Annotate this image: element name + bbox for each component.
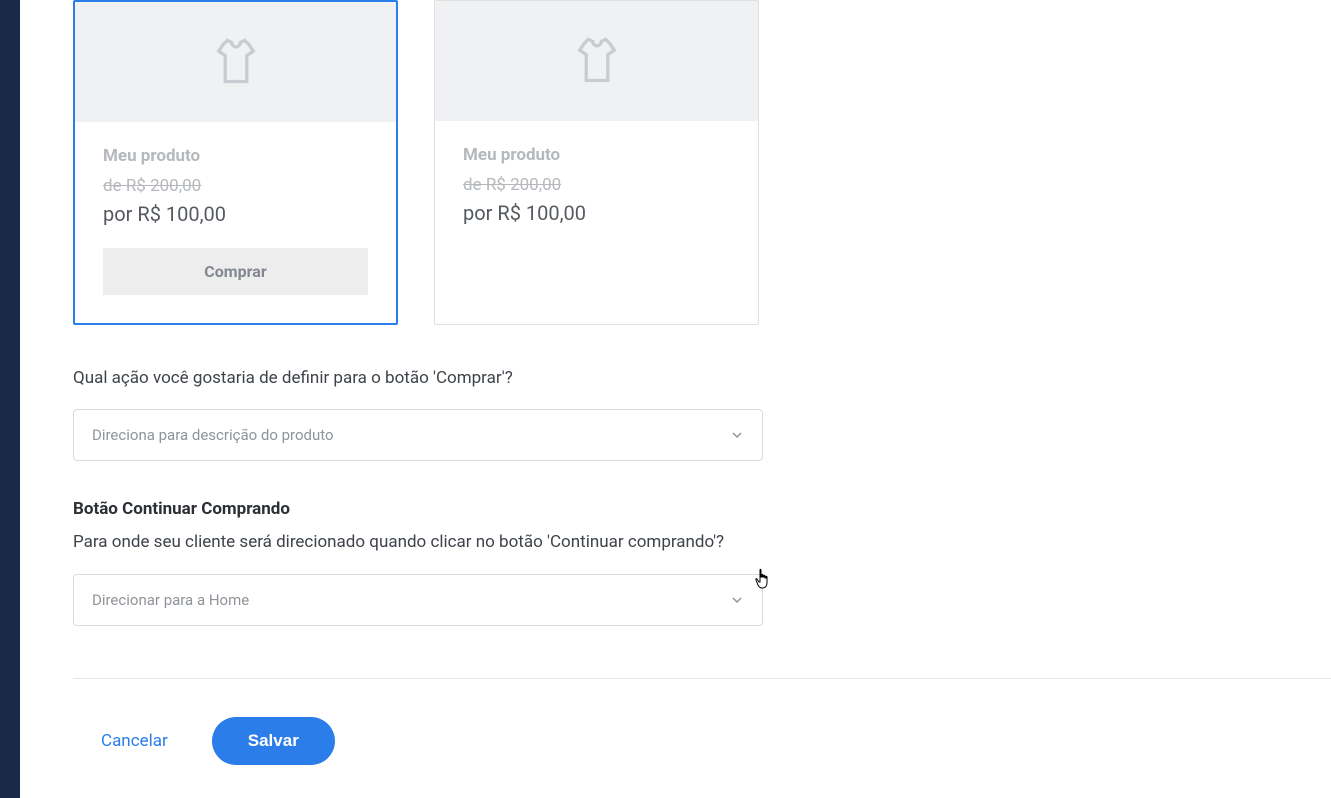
button-row: Cancelar Salvar <box>73 717 1331 765</box>
tshirt-icon <box>210 36 262 88</box>
cancel-button[interactable]: Cancelar <box>101 731 168 751</box>
action-select-wrapper: Direciona para descrição do produto <box>73 409 763 461</box>
tshirt-icon <box>571 35 623 87</box>
product-name: Meu produto <box>463 145 730 165</box>
continue-select-wrapper: Direcionar para a Home <box>73 574 763 626</box>
product-image-area <box>435 1 758 121</box>
product-info: Meu produto de R$ 200,00 por R$ 100,00 <box>435 121 758 253</box>
product-card-selected[interactable]: Meu produto de R$ 200,00 por R$ 100,00 C… <box>73 0 398 325</box>
action-select[interactable]: Direciona para descrição do produto <box>73 409 763 461</box>
save-button[interactable]: Salvar <box>212 717 335 765</box>
product-info: Meu produto de R$ 200,00 por R$ 100,00 C… <box>75 122 396 323</box>
continue-select[interactable]: Direcionar para a Home <box>73 574 763 626</box>
action-question-label: Qual ação você gostaria de definir para … <box>73 365 763 391</box>
divider <box>73 678 1331 679</box>
product-old-price: de R$ 200,00 <box>463 175 730 195</box>
product-image-area <box>75 2 396 122</box>
product-old-price: de R$ 200,00 <box>103 176 368 196</box>
continue-question-label: Para onde seu cliente será direcionado q… <box>73 529 763 555</box>
form-section: Qual ação você gostaria de definir para … <box>73 365 763 626</box>
product-price: por R$ 100,00 <box>463 201 730 225</box>
product-card[interactable]: Meu produto de R$ 200,00 por R$ 100,00 <box>434 0 759 325</box>
product-cards-row: Meu produto de R$ 200,00 por R$ 100,00 C… <box>73 0 1331 325</box>
buy-button[interactable]: Comprar <box>103 248 368 295</box>
product-price: por R$ 100,00 <box>103 202 368 226</box>
sidebar-nav <box>0 0 20 798</box>
product-name: Meu produto <box>103 146 368 166</box>
main-content: Meu produto de R$ 200,00 por R$ 100,00 C… <box>20 0 1331 798</box>
continue-heading: Botão Continuar Comprando <box>73 499 763 519</box>
